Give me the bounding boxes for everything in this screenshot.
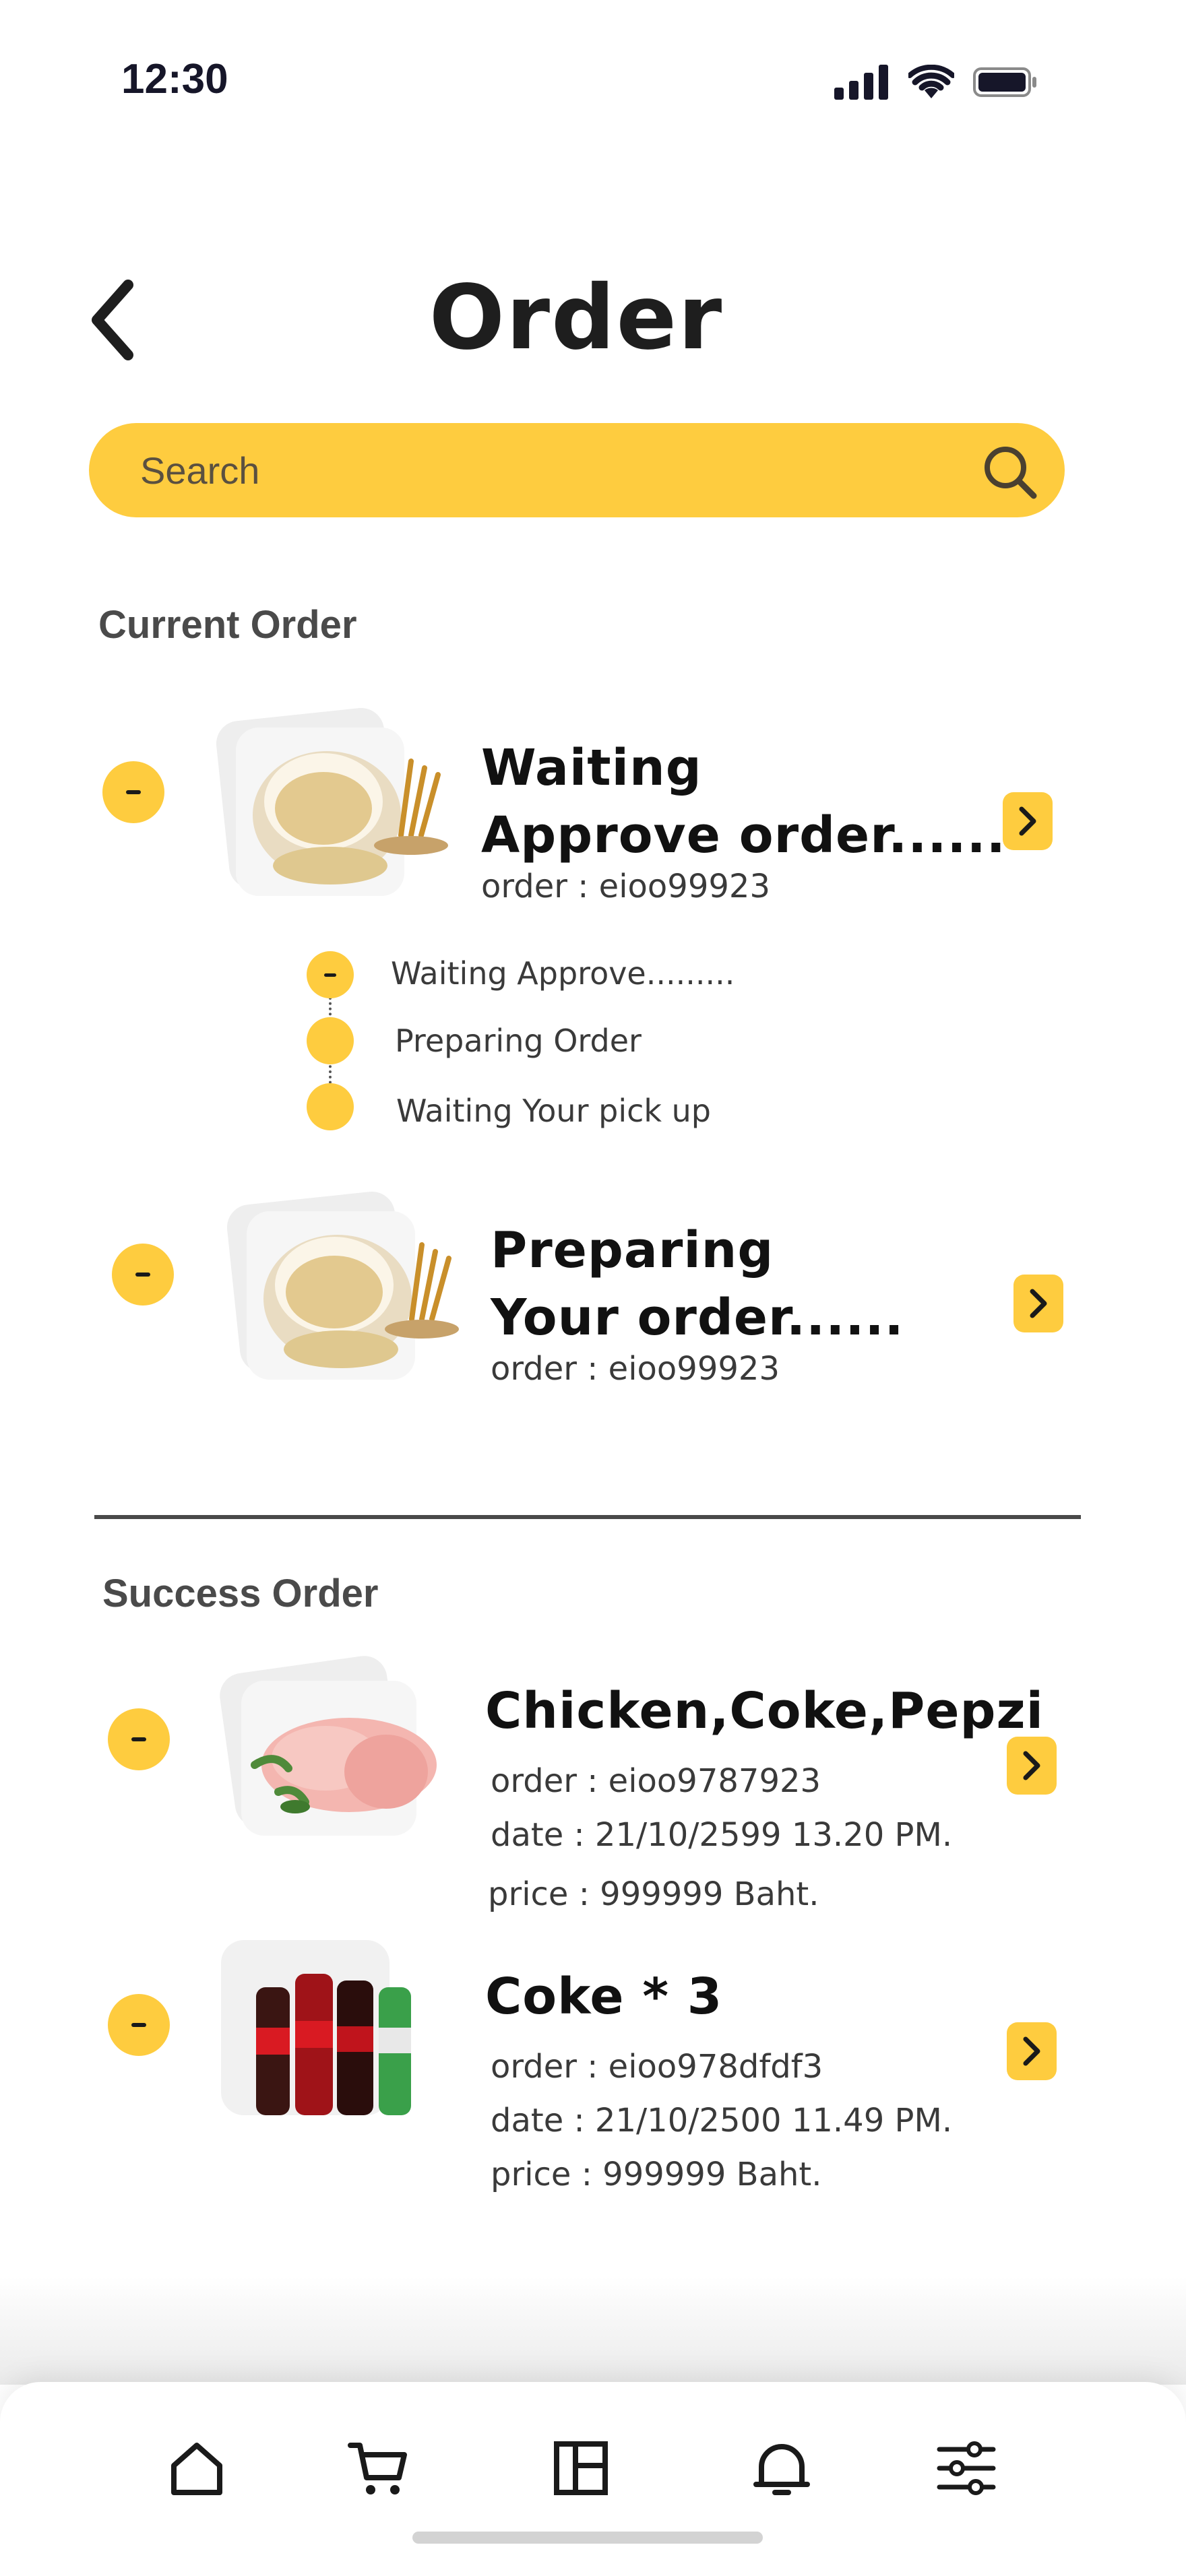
collapse-button[interactable] xyxy=(102,761,164,823)
order-items-title: Chicken,Coke,Pepzi xyxy=(485,1682,1044,1740)
layout-icon[interactable] xyxy=(549,2436,613,2501)
order-date: date : 21/10/2599 13.20 PM. xyxy=(491,1816,953,1854)
chicken-image xyxy=(220,1656,437,1836)
success-order-heading: Success Order xyxy=(102,1572,379,1615)
chevron-right-icon xyxy=(1023,1751,1040,1780)
oats-image xyxy=(226,1191,459,1380)
chevron-right-icon xyxy=(1023,2036,1040,2066)
battery-icon xyxy=(973,67,1036,97)
timeline-step-dot xyxy=(307,1017,354,1064)
order-number: order : eioo978dfdf3 xyxy=(491,2048,823,2086)
order-detail-button[interactable] xyxy=(1007,2022,1057,2080)
order-detail-button[interactable] xyxy=(1003,792,1053,850)
collapse-button[interactable] xyxy=(108,1708,170,1770)
order-status-subtitle: Approve order...... xyxy=(481,806,1006,864)
chevron-right-icon xyxy=(1030,1289,1047,1318)
sliders-icon[interactable] xyxy=(934,2436,999,2501)
home-icon[interactable] xyxy=(164,2436,229,2501)
status-icons xyxy=(834,65,1038,100)
page-title: Order xyxy=(429,266,724,370)
bottom-fade xyxy=(0,2277,1186,2385)
order-status-subtitle: Your order...... xyxy=(491,1289,904,1347)
chevron-right-icon xyxy=(1019,806,1036,836)
timeline-step-dot-active xyxy=(307,951,354,998)
status-time: 12:30 xyxy=(121,56,228,102)
search-bar[interactable] xyxy=(89,423,1065,517)
order-status-title: Waiting xyxy=(481,739,702,797)
order-number: order : eioo99923 xyxy=(481,868,770,905)
order-price: price : 999999 Baht. xyxy=(491,2156,822,2193)
oats-image xyxy=(216,707,448,896)
bottom-nav xyxy=(0,2382,1186,2576)
search-icon[interactable] xyxy=(981,443,1038,500)
collapse-button[interactable] xyxy=(112,1244,174,1306)
timeline-step-label: Preparing Order xyxy=(395,1023,642,1059)
timeline-step-label: Waiting Approve......... xyxy=(391,955,735,992)
current-order-heading: Current Order xyxy=(98,603,357,647)
cart-icon[interactable] xyxy=(346,2436,411,2501)
order-detail-button[interactable] xyxy=(1007,1737,1057,1795)
order-items-title: Coke * 3 xyxy=(485,1968,723,2026)
order-price: price : 999999 Baht. xyxy=(488,1875,819,1913)
signal-icon xyxy=(834,65,888,100)
timeline-step-label: Waiting Your pick up xyxy=(396,1093,712,1129)
search-input[interactable] xyxy=(140,423,949,517)
wifi-icon xyxy=(908,65,954,98)
order-number: order : eioo99923 xyxy=(491,1350,780,1388)
order-number: order : eioo9787923 xyxy=(491,1762,821,1800)
home-indicator xyxy=(412,2532,763,2544)
order-detail-button[interactable] xyxy=(1013,1275,1063,1332)
section-divider xyxy=(94,1515,1081,1519)
bell-icon[interactable] xyxy=(749,2436,814,2501)
coke-bottles-image xyxy=(221,1940,411,2115)
timeline-step-dot xyxy=(307,1083,354,1130)
order-date: date : 21/10/2500 11.49 PM. xyxy=(491,2102,953,2139)
order-status-title: Preparing xyxy=(491,1221,774,1279)
collapse-button[interactable] xyxy=(108,1994,170,2056)
